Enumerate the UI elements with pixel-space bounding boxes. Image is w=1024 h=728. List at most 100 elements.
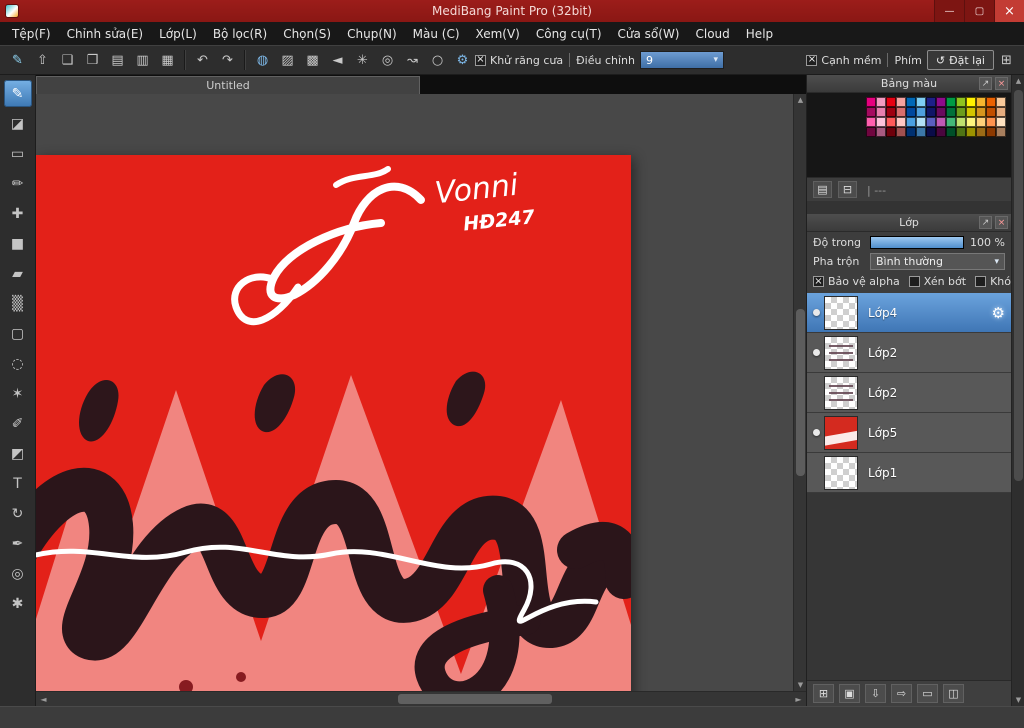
color-swatch[interactable]: [966, 127, 976, 137]
add-color-button[interactable]: ▤: [813, 181, 832, 198]
menu-item[interactable]: Bộ lọc(R): [205, 24, 275, 44]
menu-item[interactable]: Help: [738, 24, 781, 44]
color-swatch[interactable]: [876, 117, 886, 127]
color-swatch[interactable]: [956, 107, 966, 117]
color-swatch[interactable]: [946, 107, 956, 117]
layer-row[interactable]: Lớp2 ⚙: [807, 373, 1011, 413]
color-swatch[interactable]: [956, 127, 966, 137]
color-swatch[interactable]: [956, 117, 966, 127]
opacity-slider[interactable]: [870, 236, 964, 249]
select-pen-tool[interactable]: ✐: [4, 410, 32, 437]
color-swatch[interactable]: [926, 107, 936, 117]
canvas-horizontal-scrollbar[interactable]: [36, 691, 806, 706]
pen-tool[interactable]: ✒: [4, 530, 32, 557]
layer-visibility-toggle[interactable]: [809, 469, 824, 476]
layer-option-checkbox[interactable]: Xén bớt: [908, 275, 966, 288]
color-swatch[interactable]: [916, 117, 926, 127]
color-swatch[interactable]: [986, 107, 996, 117]
layer-row[interactable]: Lớp1 ⚙: [807, 453, 1011, 493]
menu-item[interactable]: Cloud: [688, 24, 738, 44]
menu-item[interactable]: Chọn(S): [275, 24, 339, 44]
color-swatch[interactable]: [986, 117, 996, 127]
close-button[interactable]: ×: [994, 0, 1024, 22]
snap-curve-button[interactable]: ↝: [400, 49, 425, 72]
panel-button[interactable]: ❒: [80, 49, 105, 72]
move-tool[interactable]: ✚: [4, 200, 32, 227]
color-swatch[interactable]: [876, 97, 886, 107]
adjust-dropdown[interactable]: 9: [639, 51, 724, 69]
undo-button[interactable]: ↶: [190, 49, 215, 72]
color-swatch[interactable]: [946, 127, 956, 137]
dock-scroll-thumb[interactable]: [1014, 90, 1023, 482]
toolbar-overflow-button[interactable]: ⊞: [994, 49, 1019, 72]
color-swatch[interactable]: [866, 117, 876, 127]
gradient-tool[interactable]: ▒: [4, 290, 32, 317]
reset-button[interactable]: ↺ Đặt lại: [926, 50, 994, 70]
menu-item[interactable]: Chỉnh sửa(E): [59, 24, 152, 44]
rotate-view-tool[interactable]: ↻: [4, 500, 32, 527]
color-swatch[interactable]: [886, 97, 896, 107]
color-swatch[interactable]: [896, 97, 906, 107]
color-swatch[interactable]: [976, 97, 986, 107]
menu-item[interactable]: Tệp(F): [4, 24, 59, 44]
scroll-up-arrow-icon[interactable]: [794, 94, 806, 106]
layer-visibility-toggle[interactable]: [809, 389, 824, 396]
snap-ellipse-button[interactable]: ○: [425, 49, 450, 72]
color-swatch[interactable]: [966, 117, 976, 127]
color-swatch[interactable]: [986, 127, 996, 137]
layer-visibility-toggle[interactable]: [809, 309, 824, 316]
comment-button[interactable]: ❑: [55, 49, 80, 72]
color-swatch[interactable]: [876, 127, 886, 137]
color-swatch[interactable]: [936, 107, 946, 117]
lasso-tool[interactable]: ◌: [4, 350, 32, 377]
canvas-viewport[interactable]: Vonni HĐ247: [36, 94, 806, 691]
scroll-left-arrow-icon[interactable]: [36, 692, 51, 707]
merge-down-button[interactable]: ⇩: [865, 684, 886, 703]
color-swatch[interactable]: [916, 127, 926, 137]
canvas-artwork[interactable]: Vonni HĐ247: [36, 155, 631, 691]
horizontal-scroll-thumb[interactable]: [397, 694, 552, 704]
delete-color-button[interactable]: ⊟: [838, 181, 857, 198]
color-swatch[interactable]: [976, 107, 986, 117]
soft-edge-checkbox[interactable]: [806, 54, 818, 66]
color-swatch[interactable]: [916, 107, 926, 117]
snap-settings-button[interactable]: ⚙: [450, 49, 475, 72]
layer-row[interactable]: Lớp2 ⚙: [807, 333, 1011, 373]
vertical-scroll-thumb[interactable]: [796, 308, 805, 477]
layer-row[interactable]: Lớp4 ⚙: [807, 293, 1011, 333]
snap-vanish-button[interactable]: ◄: [325, 49, 350, 72]
color-swatch[interactable]: [926, 97, 936, 107]
color-swatch[interactable]: [866, 127, 876, 137]
color-swatch[interactable]: [966, 107, 976, 117]
color-swatch[interactable]: [996, 97, 1006, 107]
maximize-button[interactable]: ▢: [964, 0, 994, 22]
menu-item[interactable]: Xem(V): [468, 24, 528, 44]
color-swatch[interactable]: [886, 107, 896, 117]
blend-mode-dropdown[interactable]: Bình thường: [870, 253, 1005, 270]
color-swatch[interactable]: [926, 117, 936, 127]
color-swatch[interactable]: [876, 107, 886, 117]
color-swatch[interactable]: [946, 117, 956, 127]
color-swatch[interactable]: [986, 97, 996, 107]
color-panel-popout-icon[interactable]: ↗: [979, 77, 992, 90]
magic-wand-tool[interactable]: ✶: [4, 380, 32, 407]
hand-tool[interactable]: ✱: [4, 590, 32, 617]
color-swatch[interactable]: [886, 127, 896, 137]
document-tab[interactable]: Untitled: [36, 76, 420, 94]
shape-brush-tool[interactable]: ▭: [4, 140, 32, 167]
color-swatch[interactable]: [916, 97, 926, 107]
layer-panel-popout-icon[interactable]: ↗: [979, 216, 992, 229]
layer-panel-close-icon[interactable]: ×: [995, 216, 1008, 229]
scroll-down-arrow-icon[interactable]: [794, 679, 806, 691]
menu-item[interactable]: Lớp(L): [151, 24, 205, 44]
dock-scrollbar[interactable]: [1011, 75, 1024, 706]
menu-item[interactable]: Màu (C): [405, 24, 468, 44]
layer-folder-button[interactable]: ▭: [917, 684, 938, 703]
color-swatch[interactable]: [886, 117, 896, 127]
duplicate-layer-button[interactable]: ▣: [839, 684, 860, 703]
bucket-tool[interactable]: ▰: [4, 260, 32, 287]
select-eraser-tool[interactable]: ◩: [4, 440, 32, 467]
color-swatch[interactable]: [926, 127, 936, 137]
color-swatch[interactable]: [906, 97, 916, 107]
dot-pen-tool[interactable]: ✏: [4, 170, 32, 197]
